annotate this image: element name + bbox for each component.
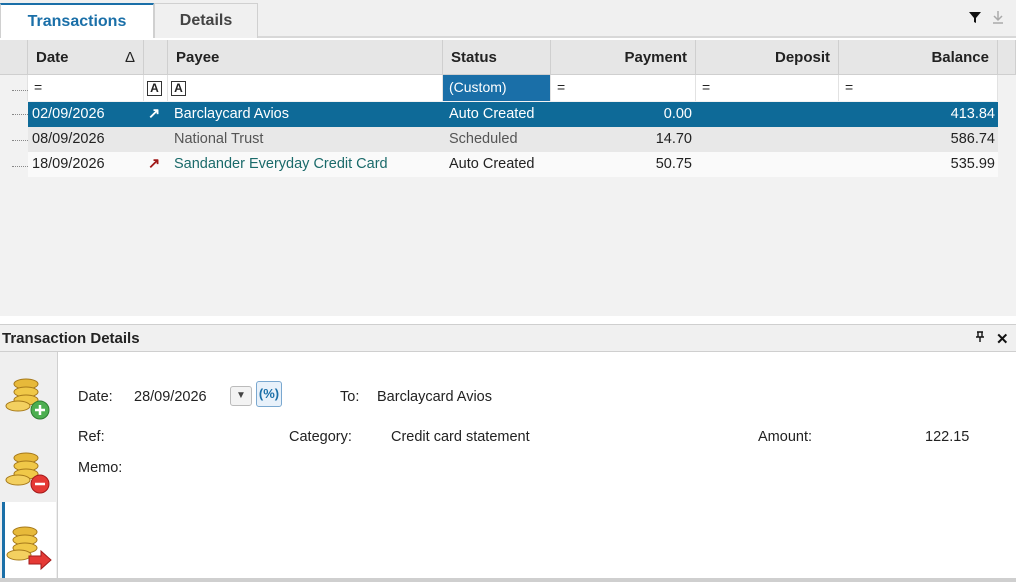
filter-status-value[interactable]: (Custom): [449, 79, 507, 95]
category-field[interactable]: Credit card statement: [391, 429, 530, 445]
tab-transactions[interactable]: Transactions: [0, 3, 154, 38]
add-payment-button[interactable]: [2, 430, 56, 502]
filter-payee[interactable]: A: [168, 75, 443, 101]
filter-balance-operator[interactable]: =: [845, 79, 853, 95]
column-header-deposit[interactable]: Deposit: [696, 40, 839, 75]
close-icon[interactable]: ✕: [996, 330, 1009, 348]
transfer-button[interactable]: [2, 502, 56, 580]
cell-status: Auto Created: [449, 106, 535, 122]
tree-connector: [12, 114, 28, 115]
details-panel-header: Transaction Details ✕: [0, 324, 1016, 352]
tab-bar: Transactions Details: [0, 0, 1016, 38]
add-deposit-icon: [5, 378, 50, 420]
transactions-grid: Date Δ Payee Status Payment Deposit Bala…: [0, 40, 1016, 316]
table-row[interactable]: 18/09/2026 ↗ Sandander Everyday Credit C…: [28, 152, 998, 177]
calendar-picker-button[interactable]: (%): [256, 381, 282, 407]
memo-label: Memo:: [78, 460, 123, 476]
bottom-border: [0, 578, 1016, 582]
to-field[interactable]: Barclaycard Avios: [377, 389, 492, 405]
tree-connector: [12, 166, 28, 167]
date-label: Date:: [78, 389, 113, 405]
filter-status[interactable]: (Custom): [443, 75, 551, 101]
cell-payee: Sandander Everyday Credit Card: [174, 156, 388, 172]
to-label: To:: [340, 389, 360, 405]
amount-field[interactable]: 122.15: [925, 429, 969, 445]
transfer-arrow-icon: ↗: [148, 106, 161, 122]
column-header-payment[interactable]: Payment: [551, 40, 696, 75]
tree-connector: [12, 140, 28, 141]
column-header-date[interactable]: Date Δ: [28, 40, 144, 75]
cell-payee: National Trust: [174, 131, 264, 147]
chevron-down-icon[interactable]: ▼: [230, 386, 252, 406]
funnel-icon[interactable]: [968, 10, 982, 28]
cell-date: 18/09/2026: [32, 156, 105, 172]
download-icon[interactable]: [992, 10, 1004, 28]
column-header-deposit-label: Deposit: [774, 49, 830, 66]
filter-balance[interactable]: =: [839, 75, 998, 101]
transfer-icon: [6, 526, 52, 571]
filter-indicator: [0, 75, 28, 101]
sort-ascending-icon: Δ: [124, 49, 135, 66]
filter-date-operator[interactable]: =: [34, 79, 42, 95]
filter-payment[interactable]: =: [551, 75, 696, 101]
header-scroll-spacer: [998, 40, 1016, 75]
filter-payment-operator[interactable]: =: [557, 79, 565, 95]
column-header-payee[interactable]: Payee: [168, 40, 443, 75]
cell-status: Auto Created: [449, 156, 535, 172]
column-header-status-label: Status: [451, 49, 497, 66]
tree-connector: [12, 90, 28, 91]
column-header-balance[interactable]: Balance: [839, 40, 998, 75]
cell-status: Scheduled: [449, 131, 518, 147]
cell-payment: 0.00: [663, 106, 692, 122]
cell-balance: 535.99: [950, 156, 995, 172]
details-sidebar: [0, 352, 58, 582]
filter-deposit[interactable]: =: [696, 75, 839, 101]
text-filter-icon[interactable]: A: [147, 80, 162, 96]
cell-balance: 586.74: [950, 131, 995, 147]
column-header-payment-label: Payment: [624, 49, 687, 66]
filter-type[interactable]: A: [144, 75, 168, 101]
ref-label: Ref:: [78, 429, 105, 445]
column-header-status[interactable]: Status: [443, 40, 551, 75]
cell-date: 08/09/2026: [32, 131, 105, 147]
column-header-date-label: Date: [36, 49, 69, 66]
column-header-balance-label: Balance: [931, 49, 989, 66]
transfer-arrow-icon: ↗: [148, 156, 161, 172]
add-deposit-button[interactable]: [2, 356, 56, 428]
cell-payee: Barclaycard Avios: [174, 106, 289, 122]
amount-label: Amount:: [758, 429, 812, 445]
filter-deposit-operator[interactable]: =: [702, 79, 710, 95]
add-payment-icon: [5, 452, 50, 494]
cell-balance: 413.84: [950, 106, 995, 122]
transaction-details-form: Date: 28/09/2026 ▼ (%) To: Barclaycard A…: [58, 352, 1016, 582]
filter-date[interactable]: =: [28, 75, 144, 101]
table-row[interactable]: 08/09/2026 National Trust Scheduled 14.7…: [28, 127, 998, 152]
cell-payment: 14.70: [655, 131, 692, 147]
column-header-type[interactable]: [144, 40, 168, 75]
details-panel-title: Transaction Details: [2, 330, 140, 347]
cell-date: 02/09/2026: [32, 106, 105, 122]
table-row[interactable]: 02/09/2026 ↗ Barclaycard Avios Auto Crea…: [28, 102, 998, 127]
row-indicator-header: [0, 40, 28, 75]
tab-details[interactable]: Details: [154, 3, 258, 38]
text-filter-icon[interactable]: A: [171, 80, 186, 96]
date-field[interactable]: 28/09/2026: [134, 389, 207, 405]
pin-icon[interactable]: [975, 330, 985, 347]
cell-payment: 50.75: [655, 156, 692, 172]
category-label: Category:: [289, 429, 352, 445]
column-header-payee-label: Payee: [176, 49, 220, 66]
